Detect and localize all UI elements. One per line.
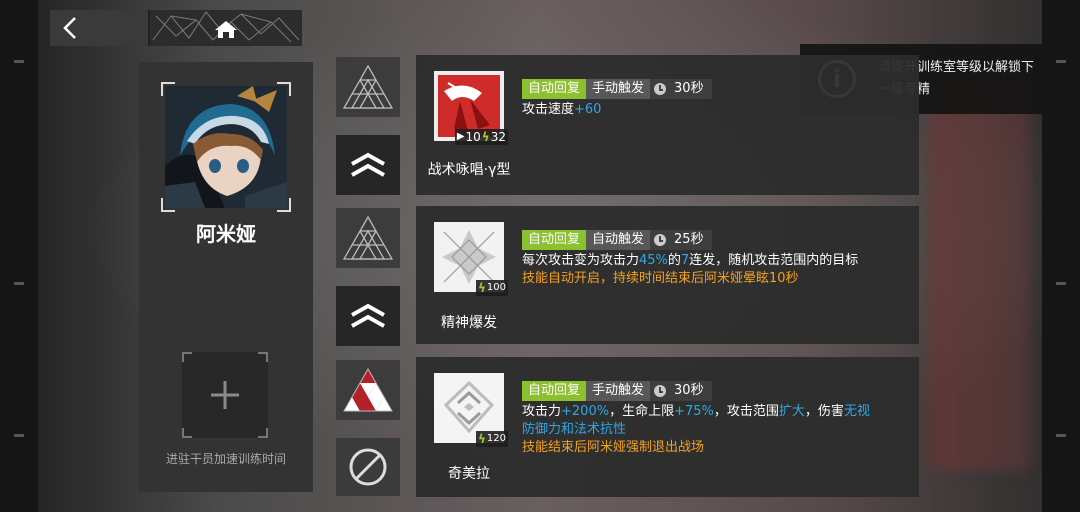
skill1-recovery-tag: 自动回复 bbox=[522, 79, 587, 99]
skill2-mastery-column bbox=[336, 208, 400, 346]
skill3-mastery-column bbox=[336, 360, 400, 496]
triangle-mastery-icon bbox=[342, 215, 394, 260]
left-frame bbox=[0, 0, 38, 512]
skill2-tags: 自动回复 自动触发 25秒 bbox=[522, 230, 712, 250]
lightning-bolt-icon: ϟ bbox=[481, 130, 490, 144]
skill3-desc-f: 扩大 bbox=[778, 404, 805, 419]
skill2-desc-e: 连发，随机攻击范围内的目标 bbox=[689, 253, 859, 268]
skill1-initial-sp: 10 bbox=[465, 130, 481, 144]
skill2-desc-line1: 每次攻击变为攻击力45%的7连发，随机攻击范围内的目标 bbox=[522, 252, 912, 270]
double-chevron-up-icon bbox=[351, 303, 385, 328]
skill2-mastery-level bbox=[336, 208, 400, 268]
add-assistant-button[interactable] bbox=[182, 352, 268, 438]
operator-panel: 阿米娅 进驻干员加速训练时间 bbox=[139, 62, 313, 492]
skill3-desc-d: +75% bbox=[674, 404, 714, 419]
skill2-recovery-tag: 自动回复 bbox=[522, 230, 587, 250]
skill1-duration: 30秒 bbox=[674, 81, 704, 96]
skill3-duration: 30秒 bbox=[674, 383, 704, 398]
skill1-icon-wrap: ▶ 10 ϟ 32 bbox=[434, 71, 508, 145]
skill3-desc-line1: 攻击力+200%，生命上限+75%，攻击范围扩大，伤害无视 bbox=[522, 403, 912, 421]
prohibited-icon bbox=[349, 448, 387, 486]
skill3-desc-e: ，攻击范围 bbox=[713, 404, 779, 419]
skill3-duration-tag: 30秒 bbox=[650, 381, 712, 401]
clock-icon bbox=[654, 83, 667, 95]
skill3-desc-line2: 防御力和法术抗性 bbox=[522, 422, 627, 437]
skill3-desc-h: 无视 bbox=[843, 404, 870, 419]
skill2-desc-a: 每次攻击变为攻击力 bbox=[522, 253, 640, 268]
skill2-sp-cost: 100 bbox=[486, 282, 506, 293]
skill1-sp-badge: ▶ 10 ϟ 32 bbox=[454, 129, 508, 145]
skill-card-3[interactable]: ϟ 120 奇美拉 自动回复 手动触发 30秒 攻击力+200%，生命上限+75%… bbox=[416, 357, 919, 497]
skill2-sp-badge: ϟ 100 bbox=[475, 280, 508, 296]
skill2-duration: 25秒 bbox=[674, 232, 704, 247]
skill3-sp-badge: ϟ 120 bbox=[475, 431, 508, 447]
skill3-description: 攻击力+200%，生命上限+75%，攻击范围扩大，伤害无视 防御力和法术抗性 技… bbox=[522, 403, 912, 457]
skill1-tags: 自动回复 手动触发 30秒 bbox=[522, 79, 712, 99]
skill3-desc-a: 攻击力 bbox=[522, 404, 562, 419]
clock-icon bbox=[654, 385, 667, 397]
skill2-duration-tag: 25秒 bbox=[650, 230, 712, 250]
skill1-desc-text: 攻击速度 bbox=[522, 102, 575, 117]
operator-portrait-frame[interactable] bbox=[161, 82, 291, 212]
skill3-desc-line3: 技能结束后阿米娅强制退出战场 bbox=[522, 440, 705, 455]
skill1-trigger-tag: 手动触发 bbox=[586, 79, 651, 99]
triangle-mastery-icon bbox=[343, 367, 393, 412]
skill2-trigger-tag: 自动触发 bbox=[586, 230, 651, 250]
skill2-desc-line2: 技能自动开启，持续时间结束后阿米娅晕眩10秒 bbox=[522, 271, 799, 286]
skill1-sp-cost: 32 bbox=[490, 130, 506, 144]
chevron-left-icon bbox=[63, 17, 76, 39]
skill3-desc-g: ，伤害 bbox=[804, 404, 844, 419]
home-icon bbox=[152, 11, 300, 43]
skill1-mastery-level bbox=[336, 57, 400, 117]
skill-card-2[interactable]: ϟ 100 精神爆发 自动回复 自动触发 25秒 每次攻击变为攻击力45%的7连发… bbox=[416, 206, 919, 344]
home-button[interactable] bbox=[150, 10, 302, 46]
skill3-sp-cost: 120 bbox=[486, 433, 506, 444]
triangle-mastery-icon bbox=[342, 64, 394, 109]
skill3-name: 奇美拉 bbox=[448, 466, 490, 482]
plus-icon bbox=[211, 381, 239, 409]
skill2-desc-d: 7 bbox=[680, 253, 690, 268]
skill3-icon-wrap: ϟ 120 bbox=[434, 373, 508, 447]
skill2-desc-c: 的 bbox=[667, 253, 681, 268]
skill1-duration-tag: 30秒 bbox=[650, 79, 712, 99]
skill-card-1[interactable]: ▶ 10 ϟ 32 战术咏唱·γ型 自动回复 手动触发 30秒 攻击速度+60 bbox=[416, 55, 919, 195]
skill3-mastery-level bbox=[336, 360, 400, 420]
skill3-max-indicator bbox=[336, 438, 400, 496]
clock-icon bbox=[654, 234, 667, 246]
skill1-description: 攻击速度+60 bbox=[522, 101, 912, 119]
skill1-mastery-column bbox=[336, 57, 400, 195]
double-chevron-up-icon bbox=[351, 152, 385, 177]
skill3-recovery-tag: 自动回复 bbox=[522, 381, 587, 401]
operator-name: 阿米娅 bbox=[196, 222, 256, 246]
skill3-tags: 自动回复 手动触发 30秒 bbox=[522, 381, 712, 401]
top-navigation bbox=[50, 10, 302, 46]
right-frame bbox=[1042, 0, 1080, 512]
skill2-description: 每次攻击变为攻击力45%的7连发，随机攻击范围内的目标 技能自动开启，持续时间结… bbox=[522, 252, 912, 288]
skill3-desc-c: ，生命上限 bbox=[609, 404, 675, 419]
skill2-desc-b: 45% bbox=[639, 253, 668, 268]
skill3-trigger-tag: 手动触发 bbox=[586, 381, 651, 401]
skill2-icon-wrap: ϟ 100 bbox=[434, 222, 508, 296]
skill2-name: 精神爆发 bbox=[441, 315, 497, 331]
operator-portrait bbox=[165, 86, 287, 208]
add-assistant-hint: 进驻干员加速训练时间 bbox=[165, 452, 286, 466]
skill3-desc-b: +200% bbox=[561, 404, 610, 419]
lightning-bolt-icon: ϟ bbox=[477, 281, 486, 295]
back-button[interactable] bbox=[50, 10, 150, 46]
skill1-upgrade-button[interactable] bbox=[336, 135, 400, 195]
skill1-name: 战术咏唱·γ型 bbox=[427, 162, 511, 178]
skill2-upgrade-button[interactable] bbox=[336, 286, 400, 346]
lightning-bolt-icon: ϟ bbox=[477, 432, 486, 446]
skill1-desc-value: +60 bbox=[574, 102, 602, 117]
